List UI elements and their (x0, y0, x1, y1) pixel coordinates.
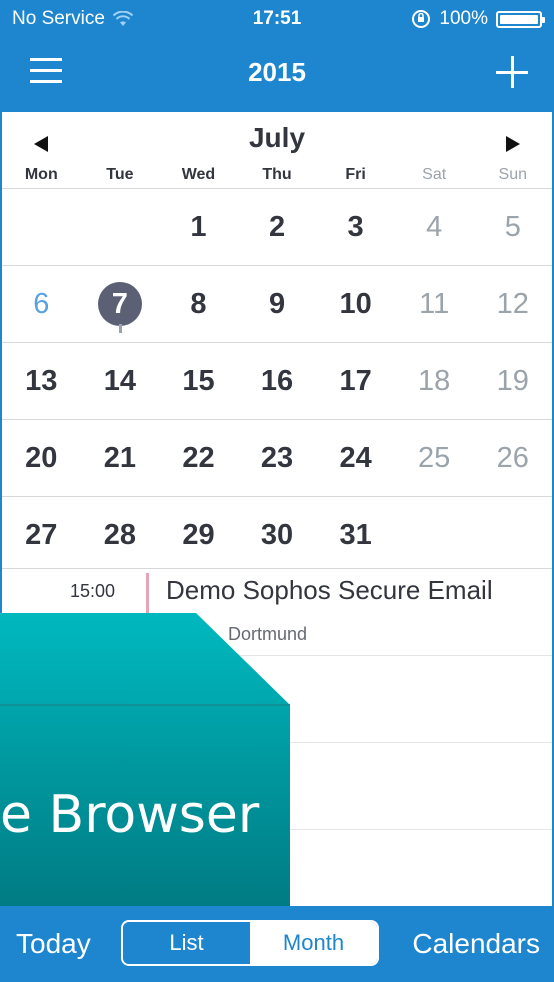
calendar-empty-cell (395, 497, 474, 573)
calendar-day[interactable]: 17 (316, 343, 395, 419)
list-view-tab[interactable]: List (123, 922, 250, 964)
overlay-banner: e Browser (0, 613, 290, 913)
battery-icon (496, 10, 545, 28)
calendar-day[interactable]: 21 (81, 420, 160, 496)
calendar-day[interactable]: 27 (2, 497, 81, 573)
status-right: 100% (411, 8, 545, 30)
calendar-empty-cell (473, 497, 552, 573)
calendar-week-row: 13 14 15 16 17 18 19 (2, 342, 552, 419)
calendar-day[interactable]: 11 (395, 266, 474, 342)
calendar-day[interactable]: 13 (2, 343, 81, 419)
today-button[interactable]: Today (16, 928, 91, 960)
weekday-label: Sun (498, 166, 527, 183)
calendar-day[interactable]: 10 (316, 266, 395, 342)
next-month-arrow-icon[interactable] (506, 136, 520, 152)
event-color-bar (146, 573, 149, 613)
status-bar: No Service 17:51 100% (0, 0, 554, 40)
month-navigation: July (0, 112, 554, 162)
weekday-label: Tue (106, 166, 134, 183)
event-title: Demo Sophos Secure Email (166, 575, 493, 605)
calendar-day[interactable]: 15 (159, 343, 238, 419)
weekday-label: Fri (345, 166, 366, 183)
weekday-header: Mon Tue Wed Thu Fri Sat Sun (2, 166, 552, 188)
calendar-day[interactable]: 25 (395, 420, 474, 496)
calendar-day[interactable]: 14 (81, 343, 160, 419)
calendar-day[interactable]: 7 (81, 266, 160, 342)
calendar-day[interactable]: 8 (159, 266, 238, 342)
calendar-week-row: 27 28 29 30 31 (2, 496, 552, 573)
view-segmented-control: List Month (121, 920, 379, 966)
today-marker: 7 (97, 282, 142, 326)
calendar-day[interactable]: 24 (316, 420, 395, 496)
calendar-day[interactable]: 16 (238, 343, 317, 419)
calendar-day[interactable]: 23 (238, 420, 317, 496)
calendar-day[interactable]: 28 (81, 497, 160, 573)
add-event-icon[interactable] (496, 56, 528, 88)
overlay-text: e Browser (0, 785, 260, 845)
calendar-empty-cell (81, 189, 160, 265)
calendar-day[interactable]: 6 (2, 266, 81, 342)
overlay-banner-shape (0, 613, 290, 913)
calendar-day[interactable]: 30 (238, 497, 317, 573)
weekday-label: Wed (181, 166, 216, 183)
top-bar: No Service 17:51 100% 2015 (0, 0, 554, 112)
calendar-day[interactable]: 1 (159, 189, 238, 265)
bottom-toolbar: Today List Month Calendars (0, 906, 554, 982)
calendar-day[interactable]: 9 (238, 266, 317, 342)
month-view-tab[interactable]: Month (250, 922, 377, 964)
year-title: 2015 (248, 57, 306, 87)
calendar-day[interactable]: 22 (159, 420, 238, 496)
month-grid: 1 2 3 4 5 6 7 8 9 10 11 12 13 14 15 16 17 18 19 20 21 22 23 24 2… (2, 188, 552, 573)
calendar-day[interactable]: 19 (473, 343, 552, 419)
calendar-week-row: 20 21 22 23 24 25 26 (2, 419, 552, 496)
calendar-day[interactable]: 18 (395, 343, 474, 419)
calendar-week-row: 12345 (2, 188, 552, 265)
calendar-day[interactable]: 4 (395, 189, 474, 265)
month-title: July (248, 122, 306, 153)
calendar-week-row: 6 7 8 9 10 11 12 (2, 265, 552, 342)
event-time: 15:00 (70, 581, 116, 601)
event-indicator (118, 324, 122, 333)
calendars-button[interactable]: Calendars (412, 928, 540, 960)
calendar-day[interactable]: 2 (238, 189, 317, 265)
calendar-day[interactable]: 31 (316, 497, 395, 573)
calendar-day[interactable]: 20 (2, 420, 81, 496)
calendar-day[interactable]: 29 (159, 497, 238, 573)
rotation-lock-icon (412, 10, 431, 28)
calendar-empty-cell (2, 189, 81, 265)
weekday-label: Sat (422, 166, 447, 183)
battery-percent: 100% (439, 8, 488, 29)
weekday-label: Thu (262, 166, 292, 183)
calendar-day[interactable]: 12 (473, 266, 552, 342)
calendar-day[interactable]: 3 (316, 189, 395, 265)
calendar-day[interactable]: 5 (473, 189, 552, 265)
weekday-label: Mon (24, 166, 58, 183)
calendar-day[interactable]: 26 (473, 420, 552, 496)
